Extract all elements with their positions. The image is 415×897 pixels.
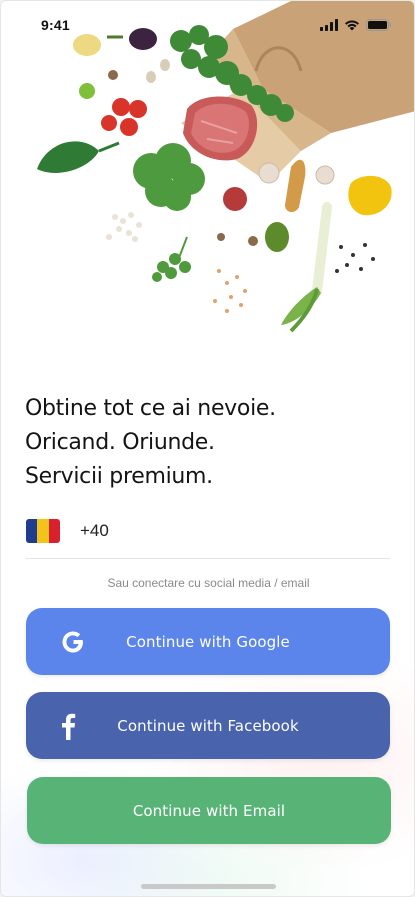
romania-flag-icon[interactable] xyxy=(26,519,60,543)
groceries-icon xyxy=(37,1,414,333)
lentils xyxy=(213,269,247,313)
google-icon xyxy=(60,629,86,655)
status-bar: 9:41 xyxy=(1,1,414,49)
cellular-signal-icon xyxy=(320,19,338,31)
flag-stripe-blue xyxy=(26,519,38,543)
flag-stripe-red xyxy=(48,519,60,543)
cherry-tomatoes xyxy=(101,98,147,136)
continue-with-email-button[interactable]: Continue with Email xyxy=(27,777,391,844)
login-screen: 9:41 Obtine tot ce ai nevoie. Oricand. O… xyxy=(0,0,415,897)
parsley xyxy=(152,253,191,282)
wifi-icon xyxy=(345,20,359,31)
continue-with-google-button[interactable]: Continue with Google xyxy=(26,608,390,675)
status-icons xyxy=(320,19,392,31)
tagline-line-3: Servicii premium. xyxy=(25,464,213,489)
facebook-button-label: Continue with Facebook xyxy=(117,716,299,735)
flag-stripe-yellow xyxy=(37,519,49,543)
status-time: 9:41 xyxy=(41,17,70,33)
phone-prefix[interactable]: +40 xyxy=(80,521,109,541)
home-indicator[interactable] xyxy=(141,884,276,889)
tagline-line-1: Obtine tot ce ai nevoie. xyxy=(25,396,276,421)
groceries-illustration xyxy=(1,1,414,361)
tagline: Obtine tot ce ai nevoie. Oricand. Oriund… xyxy=(25,392,395,494)
google-button-label: Continue with Google xyxy=(126,632,290,651)
tagline-line-2: Oricand. Oriunde. xyxy=(25,430,215,455)
pepper-seeds xyxy=(335,243,375,273)
battery-icon xyxy=(366,19,392,31)
phone-input[interactable]: +40 xyxy=(26,517,390,559)
facebook-icon xyxy=(58,711,78,741)
steak xyxy=(183,96,258,161)
continue-with-facebook-button[interactable]: Continue with Facebook xyxy=(26,692,390,759)
social-login-note: Sau conectare cu social media / email xyxy=(107,576,310,590)
white-beans xyxy=(106,212,142,242)
broccoli xyxy=(133,143,205,211)
email-button-label: Continue with Email xyxy=(132,801,286,820)
